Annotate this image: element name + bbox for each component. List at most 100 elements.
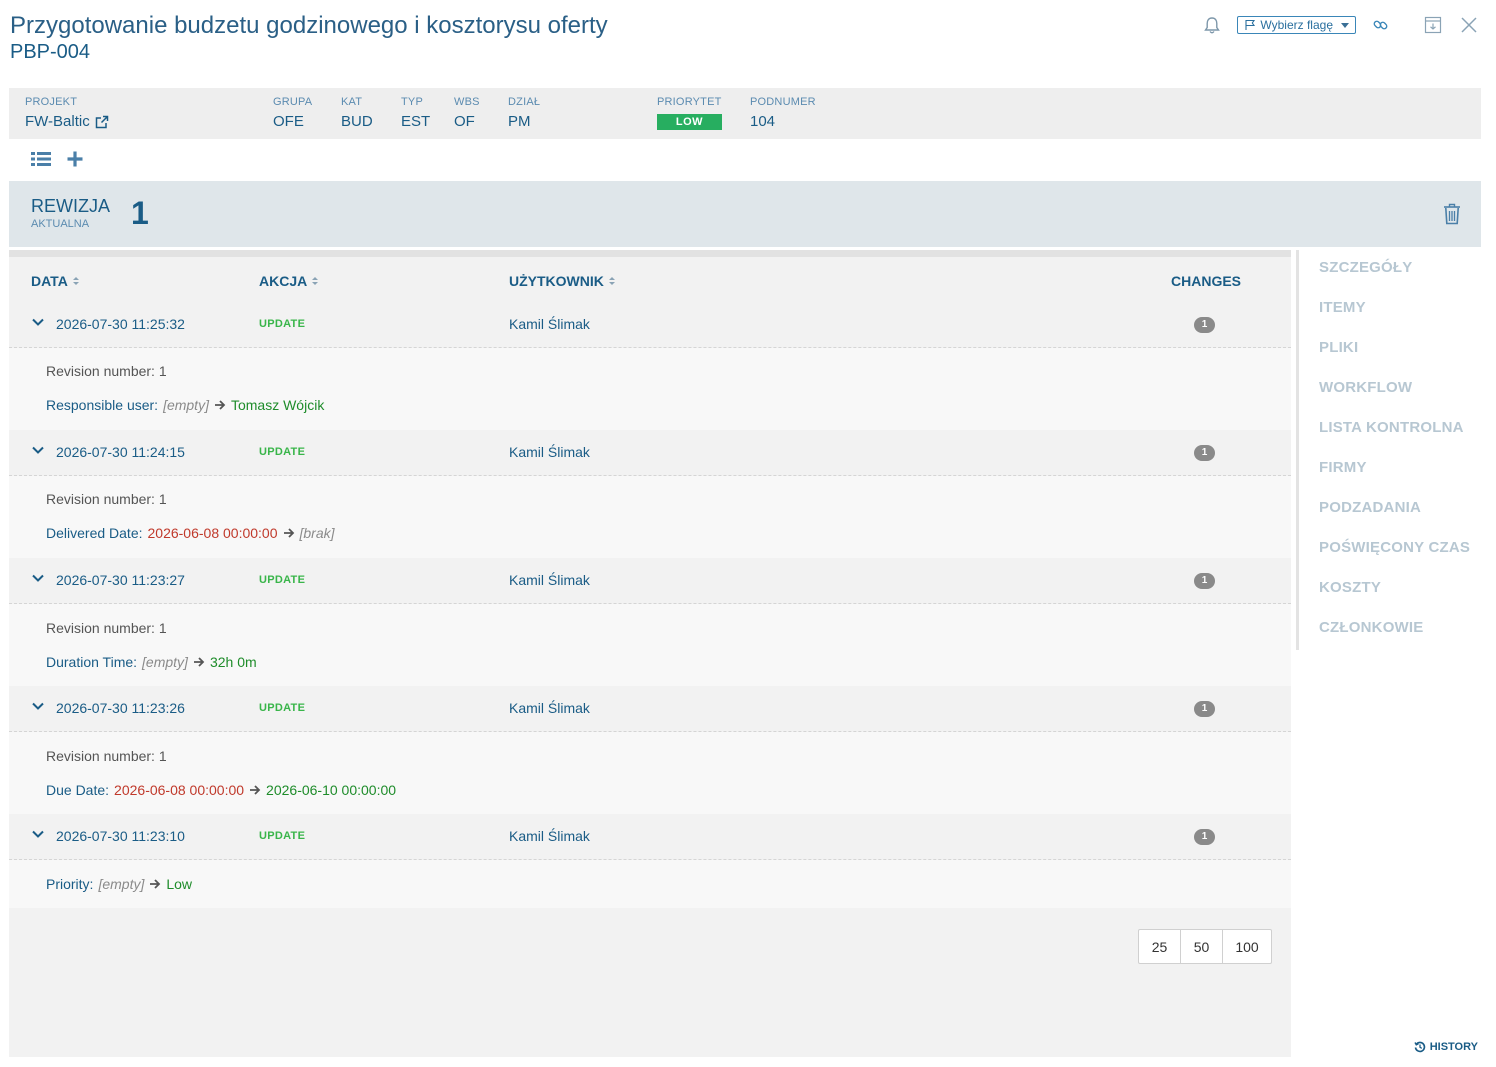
arrow-right-icon <box>283 528 294 538</box>
row-date: 2026-07-30 11:25:32 <box>56 316 185 332</box>
history-link[interactable]: HISTORY <box>1414 1041 1478 1053</box>
change-old-value: 2026-06-08 00:00:00 <box>147 525 278 541</box>
meta-wbs: WBS OF <box>454 96 480 130</box>
flag-select-label: Wybierz flagę <box>1260 18 1333 32</box>
meta-kat-value: BUD <box>341 113 373 130</box>
column-header-user-label: UŻYTKOWNIK <box>509 273 604 289</box>
change-field: Priority: <box>46 876 94 892</box>
flag-select[interactable]: Wybierz flagę <box>1237 16 1356 34</box>
task-code: PBP-004 <box>10 41 91 63</box>
history-link-label: HISTORY <box>1429 1041 1478 1053</box>
arrow-right-icon <box>150 879 161 889</box>
priority-badge: LOW <box>657 114 722 130</box>
arrow-right-icon <box>193 657 205 667</box>
table-row[interactable]: 2026-07-30 11:23:10 UPDATE Kamil Ślimak … <box>9 814 1291 860</box>
row-details: Revision number: 1 Due Date: 2026-06-08 … <box>9 732 1291 814</box>
meta-group-label: GRUPA <box>273 96 313 108</box>
meta-kat: KAT BUD <box>341 96 373 130</box>
page-size-25[interactable]: 25 <box>1139 930 1181 963</box>
link-icon[interactable] <box>1370 14 1392 36</box>
history-panel: DATA AKCJA UŻYTKOWNIK CHANGES 2026-07-30… <box>9 250 1291 1057</box>
meta-dzial-label: DZIAŁ <box>508 96 541 108</box>
page-size-selector: 25 50 100 <box>1138 929 1272 964</box>
project-name[interactable]: FW-Baltic <box>25 113 90 130</box>
external-link-icon[interactable] <box>95 115 109 129</box>
change-field: Delivered Date: <box>46 525 143 541</box>
project-link[interactable]: FW-Baltic <box>25 113 109 130</box>
list-icon <box>31 152 51 166</box>
side-nav-workflow[interactable]: WORKFLOW <box>1319 379 1412 396</box>
revision-number-line: Revision number: 1 <box>46 748 167 764</box>
chevron-down-icon[interactable] <box>31 443 45 457</box>
change-line: Duration Time: [empty] 32h 0m <box>46 654 257 670</box>
meta-wbs-label: WBS <box>454 96 480 108</box>
table-row[interactable]: 2026-07-30 11:23:27 UPDATE Kamil Ślimak … <box>9 558 1291 604</box>
meta-group-value: OFE <box>273 113 304 130</box>
page-size-100[interactable]: 100 <box>1223 930 1271 963</box>
change-line: Due Date: 2026-06-08 00:00:00 2026-06-10… <box>46 782 396 798</box>
side-nav-companies[interactable]: FIRMY <box>1319 459 1367 476</box>
meta-priority-label: PRIORYTET <box>657 96 722 108</box>
change-line: Responsible user: [empty] Tomasz Wójcik <box>46 397 324 413</box>
archive-icon[interactable] <box>1422 14 1444 36</box>
side-nav-checklist[interactable]: LISTA KONTROLNA <box>1319 419 1464 436</box>
side-nav-subtasks[interactable]: PODZADANIA <box>1319 499 1421 516</box>
sort-icon <box>312 277 319 285</box>
table-row[interactable]: 2026-07-30 11:25:32 UPDATE Kamil Ślimak … <box>9 302 1291 348</box>
chevron-down-icon[interactable] <box>31 571 45 585</box>
change-new-value: Low <box>166 876 193 892</box>
column-header-action-label: AKCJA <box>259 273 308 289</box>
chevron-down-icon[interactable] <box>31 699 45 713</box>
change-new-value: Tomasz Wójcik <box>230 397 325 413</box>
arrow-right-icon <box>214 400 226 410</box>
page-title: Przygotowanie budzetu godzinowego i kosz… <box>10 12 608 39</box>
column-header-date[interactable]: DATA <box>31 273 79 289</box>
table-row[interactable]: 2026-07-30 11:24:15 UPDATE Kamil Ślimak … <box>9 430 1291 476</box>
side-nav-items[interactable]: ITEMY <box>1319 299 1366 316</box>
list-view-button[interactable] <box>30 150 52 173</box>
meta-dzial-value: PM <box>508 113 531 130</box>
change-old-value: 2026-06-08 00:00:00 <box>114 782 245 798</box>
side-nav-members[interactable]: CZŁONKOWIE <box>1319 619 1424 636</box>
side-nav-details[interactable]: SZCZEGÓŁY <box>1319 259 1412 276</box>
chevron-down-icon[interactable] <box>31 315 45 329</box>
delete-revision-button[interactable] <box>1443 203 1461 230</box>
side-nav-time-spent[interactable]: POŚWIĘCONY CZAS <box>1319 539 1470 556</box>
table-row[interactable]: 2026-07-30 11:23:26 UPDATE Kamil Ślimak … <box>9 686 1291 732</box>
page-size-50[interactable]: 50 <box>1181 930 1223 963</box>
revision-status: AKTUALNA <box>31 218 90 230</box>
arrow-right-icon <box>250 785 261 795</box>
row-action: UPDATE <box>259 318 306 330</box>
change-line: Delivered Date: 2026-06-08 00:00:00 [bra… <box>46 525 335 541</box>
row-user: Kamil Ślimak <box>509 572 590 588</box>
row-details: Revision number: 1 Responsible user: [em… <box>9 348 1291 430</box>
column-header-user[interactable]: UŻYTKOWNIK <box>509 273 615 289</box>
side-nav-costs[interactable]: KOSZTY <box>1319 579 1381 596</box>
change-field: Due Date: <box>46 782 110 798</box>
meta-wbs-value: OF <box>454 113 475 130</box>
row-action: UPDATE <box>259 830 306 842</box>
meta-subnumber: PODNUMER 104 <box>750 96 816 130</box>
revision-bar: REWIZJA AKTUALNA 1 <box>9 181 1481 247</box>
change-old-value: [empty] <box>98 876 145 892</box>
change-old-value: [empty] <box>142 654 188 670</box>
row-date: 2026-07-30 11:23:27 <box>56 572 185 588</box>
column-header-changes-label: CHANGES <box>1171 273 1242 289</box>
changes-count-badge: 1 <box>1194 701 1215 717</box>
flag-icon <box>1245 19 1256 30</box>
bell-icon[interactable] <box>1201 14 1223 36</box>
column-header-action[interactable]: AKCJA <box>259 273 319 289</box>
close-icon[interactable] <box>1458 14 1480 36</box>
meta-project-label: PROJEKT <box>25 96 78 108</box>
chevron-down-icon[interactable] <box>31 827 45 841</box>
side-nav-files[interactable]: PLIKI <box>1319 339 1358 356</box>
revision-number-line: Revision number: 1 <box>46 620 167 636</box>
sort-icon <box>72 277 79 285</box>
toolbar <box>30 150 84 173</box>
revision-number-line: Revision number: 1 <box>46 491 167 507</box>
revision-label: REWIZJA <box>31 196 110 216</box>
add-button[interactable] <box>66 150 84 173</box>
row-details: Revision number: 1 Delivered Date: 2026-… <box>9 476 1291 558</box>
column-header-changes: CHANGES <box>1171 273 1241 289</box>
changes-count-badge: 1 <box>1194 573 1215 589</box>
